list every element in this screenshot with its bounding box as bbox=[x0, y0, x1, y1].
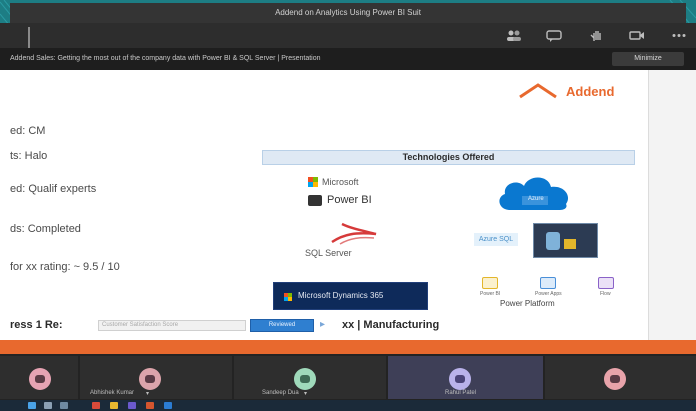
teams-icon[interactable] bbox=[128, 402, 136, 409]
minimize-button[interactable]: Minimize bbox=[612, 52, 684, 66]
more-icon[interactable] bbox=[670, 29, 688, 42]
power-apps-icon bbox=[540, 277, 556, 289]
dynamics-label: Microsoft Dynamics 365 bbox=[298, 291, 384, 300]
taskbar bbox=[0, 400, 696, 411]
microsoft-logo-icon bbox=[308, 177, 318, 187]
bottom-line-field: Customer Satisfaction Score bbox=[98, 320, 246, 331]
powerpoint-icon[interactable] bbox=[146, 402, 154, 409]
outlook-icon[interactable] bbox=[164, 402, 172, 409]
arrow-icon: ▸ bbox=[320, 319, 326, 330]
chat-icon[interactable] bbox=[545, 29, 563, 42]
microsoft-label: Microsoft bbox=[322, 177, 359, 187]
meeting-toolbar bbox=[0, 23, 696, 48]
chevron-down-icon[interactable]: ▾ bbox=[146, 390, 149, 397]
participants-icon[interactable] bbox=[505, 29, 523, 42]
azure-sql-icon bbox=[533, 223, 598, 258]
power-bi-label: Power BI bbox=[327, 194, 372, 206]
raise-hand-icon[interactable] bbox=[588, 29, 606, 42]
search-icon[interactable] bbox=[44, 402, 52, 409]
video-icon[interactable] bbox=[628, 29, 646, 42]
toolbar-divider bbox=[28, 27, 30, 48]
participant-name: Sandeep Dua bbox=[262, 390, 299, 396]
power-platform-item-label: Power Apps bbox=[535, 291, 562, 297]
slide-item: ed: Qualif experts bbox=[10, 183, 97, 195]
analytics-icon bbox=[564, 239, 576, 249]
slide-footer-bar bbox=[0, 340, 696, 354]
window-title: Addend on Analytics Using Power BI Suit bbox=[10, 3, 686, 23]
slide-item: ts: Halo bbox=[10, 150, 48, 162]
azure-sql-label: Azure SQL bbox=[474, 233, 518, 246]
file-explorer-icon[interactable] bbox=[110, 402, 118, 409]
technologies-header: Technologies Offered bbox=[262, 150, 635, 165]
avatar bbox=[139, 368, 161, 390]
browser-icon[interactable] bbox=[92, 402, 100, 409]
avatar bbox=[294, 368, 316, 390]
power-bi-icon bbox=[308, 195, 322, 206]
dynamics-logo-icon bbox=[284, 293, 292, 301]
start-icon[interactable] bbox=[28, 402, 36, 409]
slide-edge bbox=[648, 70, 696, 340]
power-platform-item-label: Flow bbox=[600, 291, 611, 297]
dynamics-365-badge: Microsoft Dynamics 365 bbox=[273, 282, 428, 310]
addend-logo-text: Addend bbox=[566, 84, 615, 99]
bottom-line-highlight: Reviewed bbox=[250, 319, 314, 332]
azure-cloud-icon bbox=[499, 177, 569, 210]
slide-item: ds: Completed bbox=[10, 223, 81, 235]
share-banner-text: Addend Sales: Getting the most out of th… bbox=[10, 55, 321, 62]
slide-item: for xx rating: ~ 9.5 / 10 bbox=[10, 261, 120, 273]
sql-server-icon bbox=[331, 222, 377, 245]
avatar bbox=[604, 368, 626, 390]
power-automate-icon bbox=[598, 277, 614, 289]
participant-name: Rahul Patel bbox=[445, 390, 477, 396]
sql-server-label: SQL Server bbox=[305, 248, 352, 258]
avatar bbox=[29, 368, 51, 390]
power-platform-label: Power Platform bbox=[500, 299, 555, 308]
avatar bbox=[449, 368, 471, 390]
power-platform-item-label: Power BI bbox=[480, 291, 501, 297]
addend-logo-icon bbox=[519, 83, 557, 99]
share-banner: Addend Sales: Getting the most out of th… bbox=[0, 48, 696, 70]
azure-label: Azure bbox=[528, 196, 544, 202]
bottom-line-suffix: xx | Manufacturing bbox=[342, 319, 440, 331]
participant-name: Abhishek Kumar bbox=[90, 390, 135, 396]
chevron-down-icon[interactable]: ▾ bbox=[304, 390, 307, 397]
bottom-line-prefix: ress 1 Re: bbox=[10, 319, 63, 331]
power-bi-app-icon bbox=[482, 277, 498, 289]
database-icon bbox=[546, 232, 560, 250]
task-view-icon[interactable] bbox=[60, 402, 68, 409]
slide-item: ed: CM bbox=[10, 125, 46, 137]
